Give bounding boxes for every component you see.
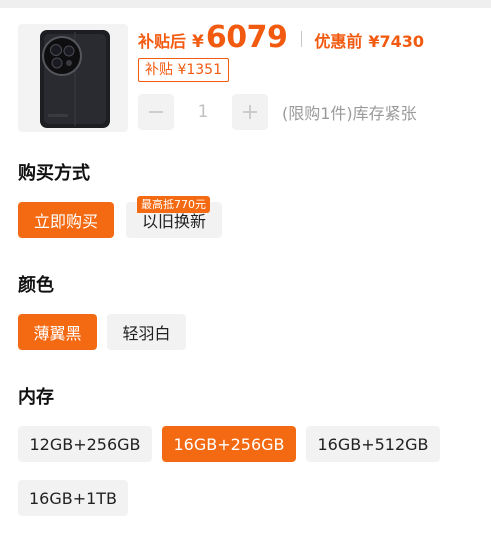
storage-option-16-1tb[interactable]: 16GB+1TB <box>18 480 128 516</box>
purchase-limit-text: (限购1件)库存紧张 <box>282 104 417 123</box>
subsidy-price-value: 6079 <box>205 20 288 55</box>
minus-icon <box>149 111 163 113</box>
subsidy-price-label: 补贴后 <box>138 32 187 51</box>
quantity-stepper: 1 (限购1件)库存紧张 <box>138 94 417 130</box>
price-divider <box>301 31 303 47</box>
storage-option-16-512[interactable]: 16GB+512GB <box>306 426 440 462</box>
plus-icon <box>243 105 257 119</box>
foldable-phone-icon <box>40 30 110 128</box>
storage-title: 内存 <box>18 387 54 408</box>
original-price-label: 优惠前 <box>314 32 363 51</box>
color-title: 颜色 <box>18 275 54 296</box>
quantity-increase-button[interactable] <box>232 94 268 130</box>
buy-now-option[interactable]: 立即购买 <box>18 202 114 238</box>
original-price-value: ¥7430 <box>368 32 425 51</box>
purchase-method-title: 购买方式 <box>18 163 90 184</box>
quantity-value[interactable]: 1 <box>174 102 232 122</box>
currency-symbol: ¥ <box>192 32 204 52</box>
subsidy-badge: 补贴 ¥1351 <box>138 58 229 82</box>
price-row: 补贴后 ¥ 6079 优惠前 ¥7430 <box>138 20 424 58</box>
storage-option-12-256[interactable]: 12GB+256GB <box>18 426 152 462</box>
color-option-black[interactable]: 薄翼黑 <box>18 314 97 350</box>
storage-option-16-256[interactable]: 16GB+256GB <box>162 426 296 462</box>
quantity-decrease-button[interactable] <box>138 94 174 130</box>
color-option-white[interactable]: 轻羽白 <box>107 314 186 350</box>
top-divider <box>0 0 491 8</box>
trade-in-badge: 最高抵770元 <box>137 196 210 213</box>
product-thumbnail[interactable] <box>18 24 128 132</box>
